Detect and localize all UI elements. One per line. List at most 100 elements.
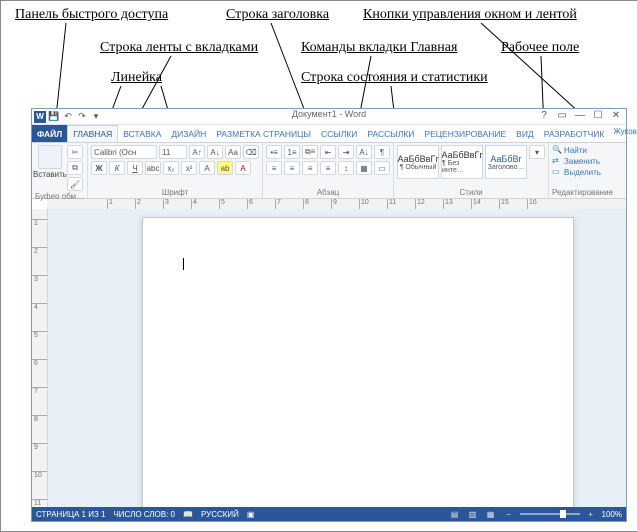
text-effects-icon[interactable]: A	[199, 161, 215, 175]
copy-icon[interactable]: ⧉	[67, 161, 83, 175]
numbering-icon[interactable]: 1≡	[284, 145, 300, 159]
align-left-icon[interactable]: ≡	[266, 161, 282, 175]
work-area[interactable]: 123456789101112	[32, 209, 626, 507]
paste-button[interactable]: Вставить	[35, 145, 65, 191]
status-proof-icon[interactable]: 📖	[183, 510, 193, 519]
font-shrink-icon[interactable]: A↓	[207, 145, 223, 159]
style-name: Заголово…	[488, 164, 525, 171]
style-normal[interactable]: АаБбВвГг ¶ Обычный	[397, 145, 439, 179]
find-label: Найти	[564, 146, 587, 155]
style-preview: АаБбВвГг	[441, 150, 482, 160]
label-status-bar: Строка состояния и статистики	[301, 70, 488, 87]
tab-home[interactable]: ГЛАВНАЯ	[67, 125, 118, 142]
justify-icon[interactable]: ≡	[320, 161, 336, 175]
status-words[interactable]: ЧИСЛО СЛОВ: 0	[113, 510, 175, 519]
group-caption-font: Шрифт	[91, 187, 259, 198]
group-paragraph: •≡ 1≡ ⧉≡ ⇤ ⇥ A↓ ¶ ≡ ≡ ≡ ≡ ↕ ▦	[263, 143, 394, 198]
indent-dec-icon[interactable]: ⇤	[320, 145, 336, 159]
select-icon: ▭	[552, 167, 562, 177]
zoom-in-button[interactable]: +	[584, 509, 598, 519]
undo-icon[interactable]: ↶	[62, 111, 74, 123]
style-name: ¶ Без инте…	[442, 160, 482, 174]
signed-in-user[interactable]: Жуков Геннад…	[609, 125, 637, 142]
borders-icon[interactable]: ▭	[374, 161, 390, 175]
clear-format-icon[interactable]: ⌫	[243, 145, 259, 159]
maximize-button[interactable]: ☐	[590, 109, 606, 121]
quick-access-toolbar: W 💾 ↶ ↷ ▾ Документ1 - Word ? ▭ — ☐ ✕	[32, 109, 626, 125]
styles-more-icon[interactable]: ▾	[529, 145, 545, 159]
ribbon-tabstrip: ФАЙЛ ГЛАВНАЯ ВСТАВКА ДИЗАЙН РАЗМЕТКА СТР…	[32, 125, 626, 143]
align-right-icon[interactable]: ≡	[302, 161, 318, 175]
zoom-value[interactable]: 100%	[602, 510, 622, 519]
tab-design[interactable]: ДИЗАЙН	[166, 125, 211, 142]
zoom-out-button[interactable]: −	[502, 509, 516, 519]
paste-label: Вставить	[33, 170, 67, 179]
view-print-icon[interactable]: ▥	[466, 509, 480, 519]
tab-references[interactable]: ССЫЛКИ	[316, 125, 362, 142]
font-grow-icon[interactable]: A↑	[189, 145, 205, 159]
superscript-icon[interactable]: x²	[181, 161, 197, 175]
window-controls: ? ▭ — ☐ ✕	[536, 109, 624, 121]
select-button[interactable]: ▭Выделить	[552, 167, 601, 177]
replace-icon: ⇄	[552, 156, 562, 166]
change-case-icon[interactable]: Aa	[225, 145, 241, 159]
shading-icon[interactable]: ▦	[356, 161, 372, 175]
close-button[interactable]: ✕	[608, 109, 624, 121]
tab-view[interactable]: ВИД	[511, 125, 539, 142]
highlight-icon[interactable]: ab	[217, 161, 233, 175]
group-styles: АаБбВвГг ¶ Обычный АаБбВвГг ¶ Без инте… …	[394, 143, 549, 198]
bullets-icon[interactable]: •≡	[266, 145, 282, 159]
multilevel-icon[interactable]: ⧉≡	[302, 145, 318, 159]
label-ruler: Линейка	[111, 70, 162, 87]
replace-button[interactable]: ⇄Заменить	[552, 156, 601, 166]
word-window: W 💾 ↶ ↷ ▾ Документ1 - Word ? ▭ — ☐ ✕ ФАЙ…	[31, 108, 627, 522]
document-page[interactable]	[142, 217, 574, 507]
font-face-select[interactable]: Calibri (Осн	[91, 145, 157, 159]
tab-review[interactable]: РЕЦЕНЗИРОВАНИЕ	[419, 125, 511, 142]
save-icon[interactable]: 💾	[48, 111, 60, 123]
cut-icon[interactable]: ✂	[67, 145, 83, 159]
tab-mailings[interactable]: РАССЫЛКИ	[362, 125, 419, 142]
zoom-slider[interactable]	[520, 513, 580, 515]
ruler-vertical[interactable]: 123456789101112	[32, 209, 48, 507]
tab-insert[interactable]: ВСТАВКА	[118, 125, 166, 142]
label-work-area: Рабочее поле	[501, 40, 579, 57]
view-web-icon[interactable]: ▦	[484, 509, 498, 519]
group-clipboard: Вставить ✂ ⧉ 🖌 Буфер обм…	[32, 143, 88, 198]
status-bar: СТРАНИЦА 1 ИЗ 1 ЧИСЛО СЛОВ: 0 📖 РУССКИЙ …	[32, 507, 626, 521]
font-color-icon[interactable]: A	[235, 161, 251, 175]
view-read-icon[interactable]: ▤	[448, 509, 462, 519]
align-center-icon[interactable]: ≡	[284, 161, 300, 175]
style-heading1[interactable]: АаБбВг Заголово…	[485, 145, 527, 179]
indent-inc-icon[interactable]: ⇥	[338, 145, 354, 159]
bold-icon[interactable]: Ж	[91, 161, 107, 175]
tab-page-layout[interactable]: РАЗМЕТКА СТРАНИЦЫ	[211, 125, 316, 142]
line-spacing-icon[interactable]: ↕	[338, 161, 354, 175]
format-painter-icon[interactable]: 🖌	[67, 177, 83, 191]
minimize-button[interactable]: —	[572, 109, 588, 121]
qat-customize-icon[interactable]: ▾	[90, 111, 102, 123]
sort-icon[interactable]: A↓	[356, 145, 372, 159]
status-language[interactable]: РУССКИЙ	[201, 510, 239, 519]
text-cursor	[183, 258, 184, 270]
label-window-buttons: Кнопки управления окном и лентой	[363, 7, 577, 24]
help-button[interactable]: ?	[536, 109, 552, 121]
subscript-icon[interactable]: x₂	[163, 161, 179, 175]
status-page[interactable]: СТРАНИЦА 1 ИЗ 1	[36, 510, 105, 519]
show-marks-icon[interactable]: ¶	[374, 145, 390, 159]
redo-icon[interactable]: ↷	[76, 111, 88, 123]
label-home-commands: Команды вкладки Главная	[301, 40, 457, 57]
font-size-select[interactable]: 11	[159, 145, 187, 159]
status-macro-icon[interactable]: ▣	[247, 510, 255, 519]
underline-icon[interactable]: Ч	[127, 161, 143, 175]
label-qat: Панель быстрого доступа	[15, 7, 168, 24]
ribbon-toggle-button[interactable]: ▭	[554, 109, 570, 121]
tab-file[interactable]: ФАЙЛ	[32, 125, 67, 142]
italic-icon[interactable]: К	[109, 161, 125, 175]
tab-developer[interactable]: РАЗРАБОТЧИК	[539, 125, 610, 142]
word-logo-icon: W	[34, 111, 46, 123]
style-preview: АаБбВг	[490, 154, 521, 164]
strike-icon[interactable]: abc	[145, 161, 161, 175]
find-button[interactable]: 🔍Найти	[552, 145, 601, 155]
style-no-spacing[interactable]: АаБбВвГг ¶ Без инте…	[441, 145, 483, 179]
